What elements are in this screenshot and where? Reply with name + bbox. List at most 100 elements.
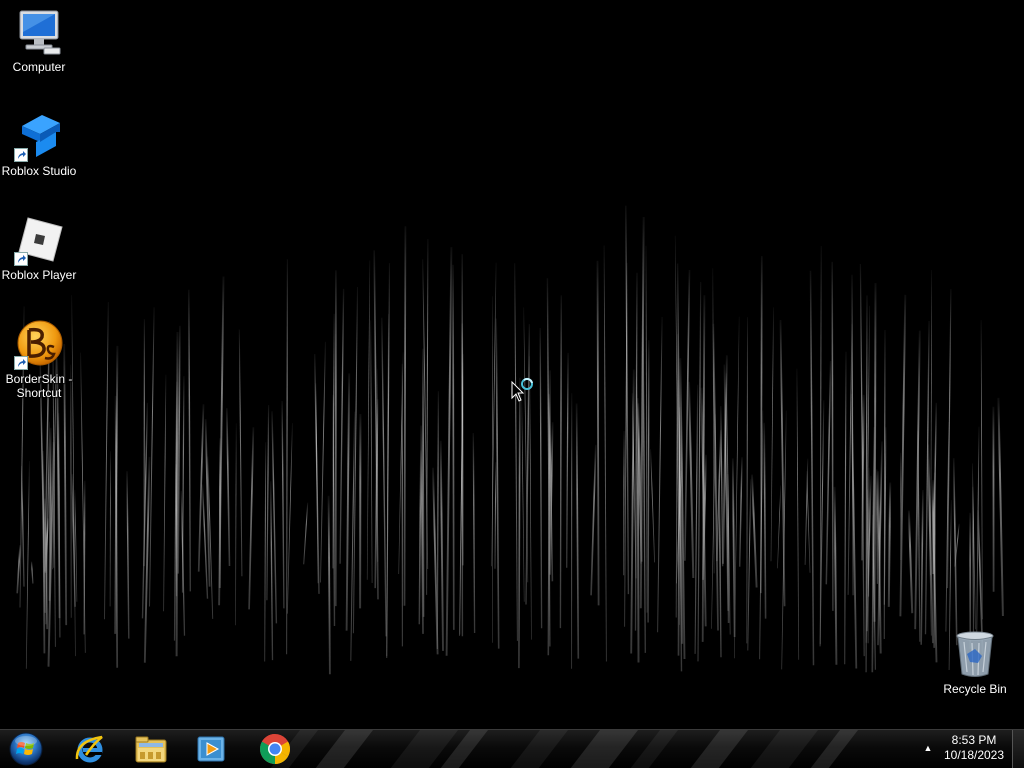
show-hidden-icons-button[interactable]: ▲ <box>920 740 936 756</box>
light-streak <box>763 422 767 619</box>
light-streak <box>739 457 743 567</box>
show-desktop-button[interactable] <box>1012 730 1024 768</box>
light-streak <box>270 481 274 661</box>
light-streak <box>188 289 191 592</box>
light-streak <box>603 245 607 662</box>
light-streak <box>514 263 518 641</box>
light-streak <box>287 422 293 614</box>
light-streak <box>751 474 758 588</box>
light-streak <box>887 482 892 607</box>
clock-time: 8:53 PM <box>951 733 997 747</box>
light-streak <box>226 408 231 567</box>
light-streak <box>688 381 695 579</box>
taskbar-google-chrome[interactable] <box>247 731 303 767</box>
light-streak <box>327 495 331 675</box>
light-streak <box>315 383 319 584</box>
windows-start-orb-icon <box>9 732 43 766</box>
light-streak <box>647 340 650 623</box>
light-streak <box>747 479 752 651</box>
desktop-icon-recycle-bin[interactable]: Recycle Bin <box>936 630 1014 696</box>
internet-explorer-icon <box>75 735 103 763</box>
taskbar-internet-explorer[interactable] <box>62 731 118 767</box>
desktop-icon-roblox-player[interactable]: Roblox Player <box>0 216 78 282</box>
light-streak <box>997 397 1004 617</box>
windows-explorer-icon <box>135 736 167 763</box>
light-streak <box>320 341 326 583</box>
show-hidden-icons-icon: ▲ <box>923 743 933 753</box>
light-streak <box>980 320 983 620</box>
clock-date: 10/18/2023 <box>943 748 1005 762</box>
desktop-icon-roblox-studio[interactable]: Roblox Studio <box>0 112 78 178</box>
light-streak <box>271 411 278 624</box>
light-streak <box>303 502 309 565</box>
light-streak <box>518 377 521 669</box>
light-streak <box>873 283 877 622</box>
light-streak <box>418 450 422 625</box>
taskbar-sheen-stripe <box>750 730 818 768</box>
desktop[interactable]: Computer Roblox Studio Roblox Player Bor… <box>0 0 1024 729</box>
computer-icon <box>14 8 64 58</box>
light-streak <box>25 460 30 669</box>
light-streak <box>796 368 800 660</box>
shortcut-arrow-icon <box>14 148 28 162</box>
light-streak <box>521 395 525 602</box>
light-streak <box>645 245 648 613</box>
taskbar: ▲ 8:53 PM 10/18/2023 <box>0 729 1024 768</box>
light-streak <box>177 325 181 574</box>
light-streak <box>452 264 455 630</box>
taskbar-sheen-stripe <box>630 730 678 768</box>
roblox-studio-icon <box>14 112 64 162</box>
taskbar-sheen-stripe <box>810 730 858 768</box>
light-streak <box>694 384 699 654</box>
light-streak <box>933 472 936 648</box>
light-streak <box>650 449 656 563</box>
light-streak <box>163 374 167 612</box>
start-button[interactable] <box>6 731 46 767</box>
light-streak <box>634 272 638 631</box>
desktop-icon-borderskin[interactable]: BorderSkin - Shortcut <box>0 320 78 400</box>
light-streak <box>350 411 356 661</box>
taskbar-windows-media-player[interactable] <box>183 731 239 767</box>
light-streak <box>899 294 907 617</box>
light-streak <box>339 288 345 564</box>
light-streak <box>847 323 853 595</box>
light-streak <box>436 391 439 650</box>
light-streak <box>495 318 500 649</box>
light-streak <box>286 259 288 655</box>
light-streak <box>16 545 21 594</box>
light-streak <box>779 319 786 607</box>
desktop-icon-label: Computer <box>12 60 66 74</box>
desktop-icon-computer[interactable]: Computer <box>0 8 78 74</box>
light-streak <box>266 404 270 601</box>
light-streak <box>657 316 663 633</box>
light-streak <box>697 281 702 662</box>
light-streak <box>403 226 407 606</box>
light-streak <box>575 403 580 659</box>
clock[interactable]: 8:53 PM 10/18/2023 <box>938 733 1010 763</box>
recycle-bin-icon <box>950 630 1000 680</box>
light-streak <box>566 352 569 568</box>
light-streak <box>281 400 285 609</box>
light-streak <box>559 295 562 629</box>
light-streak <box>596 260 600 606</box>
taskbar-sheen-stripe <box>315 730 373 768</box>
light-streak <box>718 479 722 658</box>
light-streak <box>731 458 736 638</box>
light-streak <box>445 247 453 656</box>
taskbar-sheen-stripe <box>390 730 458 768</box>
light-streak <box>907 510 914 614</box>
light-streak <box>104 301 109 620</box>
light-streak <box>238 329 243 577</box>
light-streak <box>876 469 879 584</box>
light-streak <box>370 320 373 584</box>
light-streak <box>366 260 371 580</box>
taskbar-windows-explorer[interactable] <box>123 731 179 767</box>
google-chrome-icon <box>260 734 290 765</box>
light-streak <box>345 373 351 631</box>
wallpaper-light-streaks <box>16 205 1004 675</box>
desktop-icon-label: Roblox Player <box>1 268 77 282</box>
light-streak <box>494 462 497 569</box>
light-streak <box>48 427 52 601</box>
light-streak <box>381 317 387 637</box>
light-streak <box>539 327 543 629</box>
